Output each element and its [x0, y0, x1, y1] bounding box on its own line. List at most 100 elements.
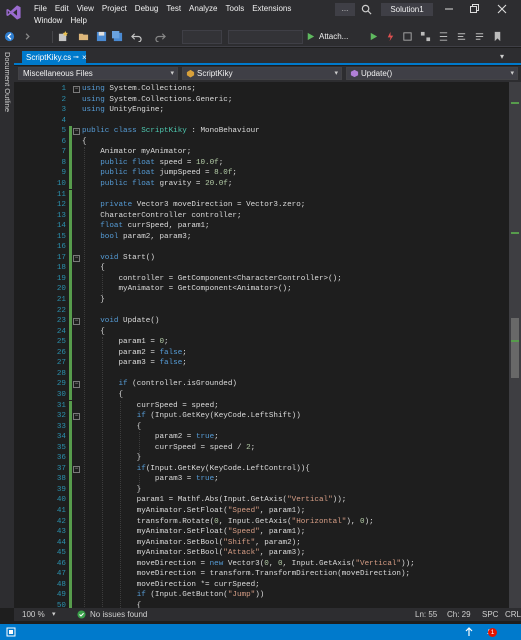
hot-reload-icon[interactable]	[385, 31, 396, 42]
back-icon[interactable]	[4, 31, 15, 42]
code-line[interactable]: 42 transform.Rotate(0, Input.GetAxis("Ho…	[14, 516, 509, 528]
code-editor[interactable]: 1 using System.Collections; 2 using System.…	[14, 82, 509, 608]
code-line[interactable]: 35 currSpeed = speed / 2;	[14, 442, 509, 454]
code-line[interactable]: 28	[14, 368, 509, 380]
open-file-icon[interactable]	[78, 31, 89, 42]
vertical-scrollbar[interactable]	[509, 82, 521, 608]
search-icon[interactable]	[361, 4, 372, 15]
code-line[interactable]: 19 controller = GetComponent<CharacterCo…	[14, 273, 509, 285]
code-line[interactable]: 37 if(Input.GetKey(KeyCode.LeftControl))…	[14, 463, 509, 475]
minimize-icon[interactable]	[442, 2, 456, 16]
close-window-icon[interactable]	[495, 2, 509, 16]
code-line[interactable]: 16	[14, 242, 509, 253]
collapse-region-icon[interactable]: −	[73, 86, 80, 93]
code-line[interactable]: 44 myAnimator.SetBool("Shift", param2);	[14, 537, 509, 549]
code-line[interactable]: 21 }	[14, 295, 509, 306]
member-dropdown[interactable]: Update() ▾	[346, 67, 518, 80]
save-all-icon[interactable]	[112, 31, 123, 42]
code-line[interactable]: 4	[14, 116, 509, 127]
code-line[interactable]: 2 using System.Collections.Generic;	[14, 95, 509, 106]
code-line[interactable]: 9 public float jumpSpeed = 8.0f;	[14, 168, 509, 179]
code-line[interactable]: 50 {	[14, 600, 509, 608]
code-line[interactable]: 23 void Update()	[14, 316, 509, 327]
bookmark-icon[interactable]	[492, 31, 503, 42]
code-line[interactable]: 30 {	[14, 389, 509, 401]
code-line[interactable]: 31 currSpeed = speed;	[14, 400, 509, 412]
new-project-icon[interactable]	[58, 31, 69, 42]
menu-item-file[interactable]: File	[30, 3, 51, 15]
code-line[interactable]: 14 float currSpeed, param1;	[14, 221, 509, 232]
collapse-region-icon[interactable]: −	[73, 254, 80, 262]
code-line[interactable]: 45 myAnimator.SetBool("Attack", param3);	[14, 548, 509, 559]
pin-icon[interactable]: ⊸	[73, 51, 79, 65]
menu-item-help[interactable]: Help	[66, 15, 90, 27]
menu-item-extensions[interactable]: Extensions	[248, 3, 295, 15]
code-line[interactable]: 38 param3 = true;	[14, 474, 509, 485]
code-line[interactable]: 32 if (Input.GetKey(KeyCode.LeftShift))	[14, 411, 509, 422]
code-line[interactable]: 29 if (controller.isGrounded)	[14, 379, 509, 390]
collapse-region-icon[interactable]: −	[73, 318, 80, 326]
step-icon[interactable]	[402, 31, 413, 42]
code-line[interactable]: 18 {	[14, 263, 509, 274]
code-line[interactable]: 17 void Start()	[14, 252, 509, 264]
run-icon[interactable]	[368, 31, 379, 42]
code-line[interactable]: 27 param3 = false;	[14, 358, 509, 369]
code-line[interactable]: 36 }	[14, 453, 509, 464]
collapse-region-icon[interactable]: −	[73, 381, 80, 389]
toolbar-tool-icon[interactable]	[438, 31, 449, 42]
code-line[interactable]: 48 moveDirection *= currSpeed;	[14, 579, 509, 591]
code-line[interactable]: 20 myAnimator = GetComponent<Animator>()…	[14, 284, 509, 295]
class-dropdown[interactable]: ScriptKiky ▾	[182, 67, 342, 80]
code-line[interactable]: 6{	[14, 136, 509, 148]
collapse-region-icon[interactable]: −	[73, 128, 80, 136]
code-line[interactable]: 41 myAnimator.SetFloat("Speed", param1);	[14, 506, 509, 517]
code-line[interactable]: 49 if (Input.GetButton("Jump"))	[14, 590, 509, 601]
redo-icon[interactable]	[155, 31, 166, 42]
menu-item-view[interactable]: View	[73, 3, 98, 15]
code-line[interactable]: 25 param1 = 0;	[14, 337, 509, 348]
zoom-chevron-down-icon[interactable]: ▾	[52, 608, 56, 621]
code-line[interactable]: 24 {	[14, 326, 509, 338]
menu-item-analyze[interactable]: Analyze	[185, 3, 221, 15]
menu-item-project[interactable]: Project	[98, 3, 131, 15]
uncomment-icon[interactable]	[474, 31, 485, 42]
menu-item-tools[interactable]: Tools	[222, 3, 249, 15]
code-line[interactable]: 13 CharacterController controller;	[14, 210, 509, 222]
menu-item-window[interactable]: Window	[30, 15, 66, 27]
code-line[interactable]: 33 {	[14, 421, 509, 433]
zoom-level[interactable]: 100 %	[22, 608, 45, 621]
collapse-region-icon[interactable]: −	[73, 413, 80, 421]
tab-list-chevron-down-icon[interactable]: ▾	[500, 52, 509, 61]
code-line[interactable]: 10 public float gravity = 20.0f;	[14, 178, 509, 190]
code-line[interactable]: 47 moveDirection = transform.TransformDi…	[14, 569, 509, 580]
tab-scriptkiky-cs[interactable]: ScriptKiky.cs ⊸ ×	[22, 51, 87, 65]
save-icon[interactable]	[96, 31, 107, 42]
restore-icon[interactable]	[467, 2, 481, 16]
code-line[interactable]: 40 param1 = Mathf.Abs(Input.GetAxis("Ver…	[14, 495, 509, 506]
code-line[interactable]: 15 bool param2, param3;	[14, 231, 509, 243]
platform-dropdown[interactable]	[228, 30, 303, 44]
code-line[interactable]: 11	[14, 189, 509, 201]
code-line[interactable]: 7 Animator myAnimator;	[14, 147, 509, 158]
forward-icon[interactable]	[22, 31, 33, 42]
toolbar-tool-icon[interactable]	[420, 31, 431, 42]
code-line[interactable]: 46 moveDirection = new Vector3(0, 0, Inp…	[14, 558, 509, 570]
issues-status[interactable]: No issues found	[90, 608, 147, 621]
code-line[interactable]: 1 using System.Collections;	[14, 84, 509, 95]
line-ending-indicator[interactable]: CRLF	[505, 608, 521, 621]
close-icon[interactable]: ×	[82, 51, 87, 65]
document-outline-tab[interactable]: Document Outline	[2, 52, 12, 132]
menu-item-test[interactable]: Test	[162, 3, 185, 15]
menu-item-edit[interactable]: Edit	[51, 3, 73, 15]
code-line[interactable]: 26 param2 = false;	[14, 347, 509, 359]
code-line[interactable]: 8 public float speed = 10.0f;	[14, 157, 509, 169]
code-line[interactable]: 39 }	[14, 484, 509, 496]
scrollbar-thumb[interactable]	[511, 318, 519, 378]
code-line[interactable]: 22	[14, 305, 509, 317]
code-line[interactable]: 43 myAnimator.SetFloat("Speed", param1);	[14, 527, 509, 538]
code-line[interactable]: 3 using UnityEngine;	[14, 105, 509, 116]
code-line[interactable]: 12 private Vector3 moveDirection = Vecto…	[14, 200, 509, 211]
whitespace-indicator[interactable]: SPC	[482, 608, 498, 621]
search-box[interactable]: ...	[335, 3, 355, 16]
attach-button[interactable]: Attach...	[319, 31, 348, 42]
